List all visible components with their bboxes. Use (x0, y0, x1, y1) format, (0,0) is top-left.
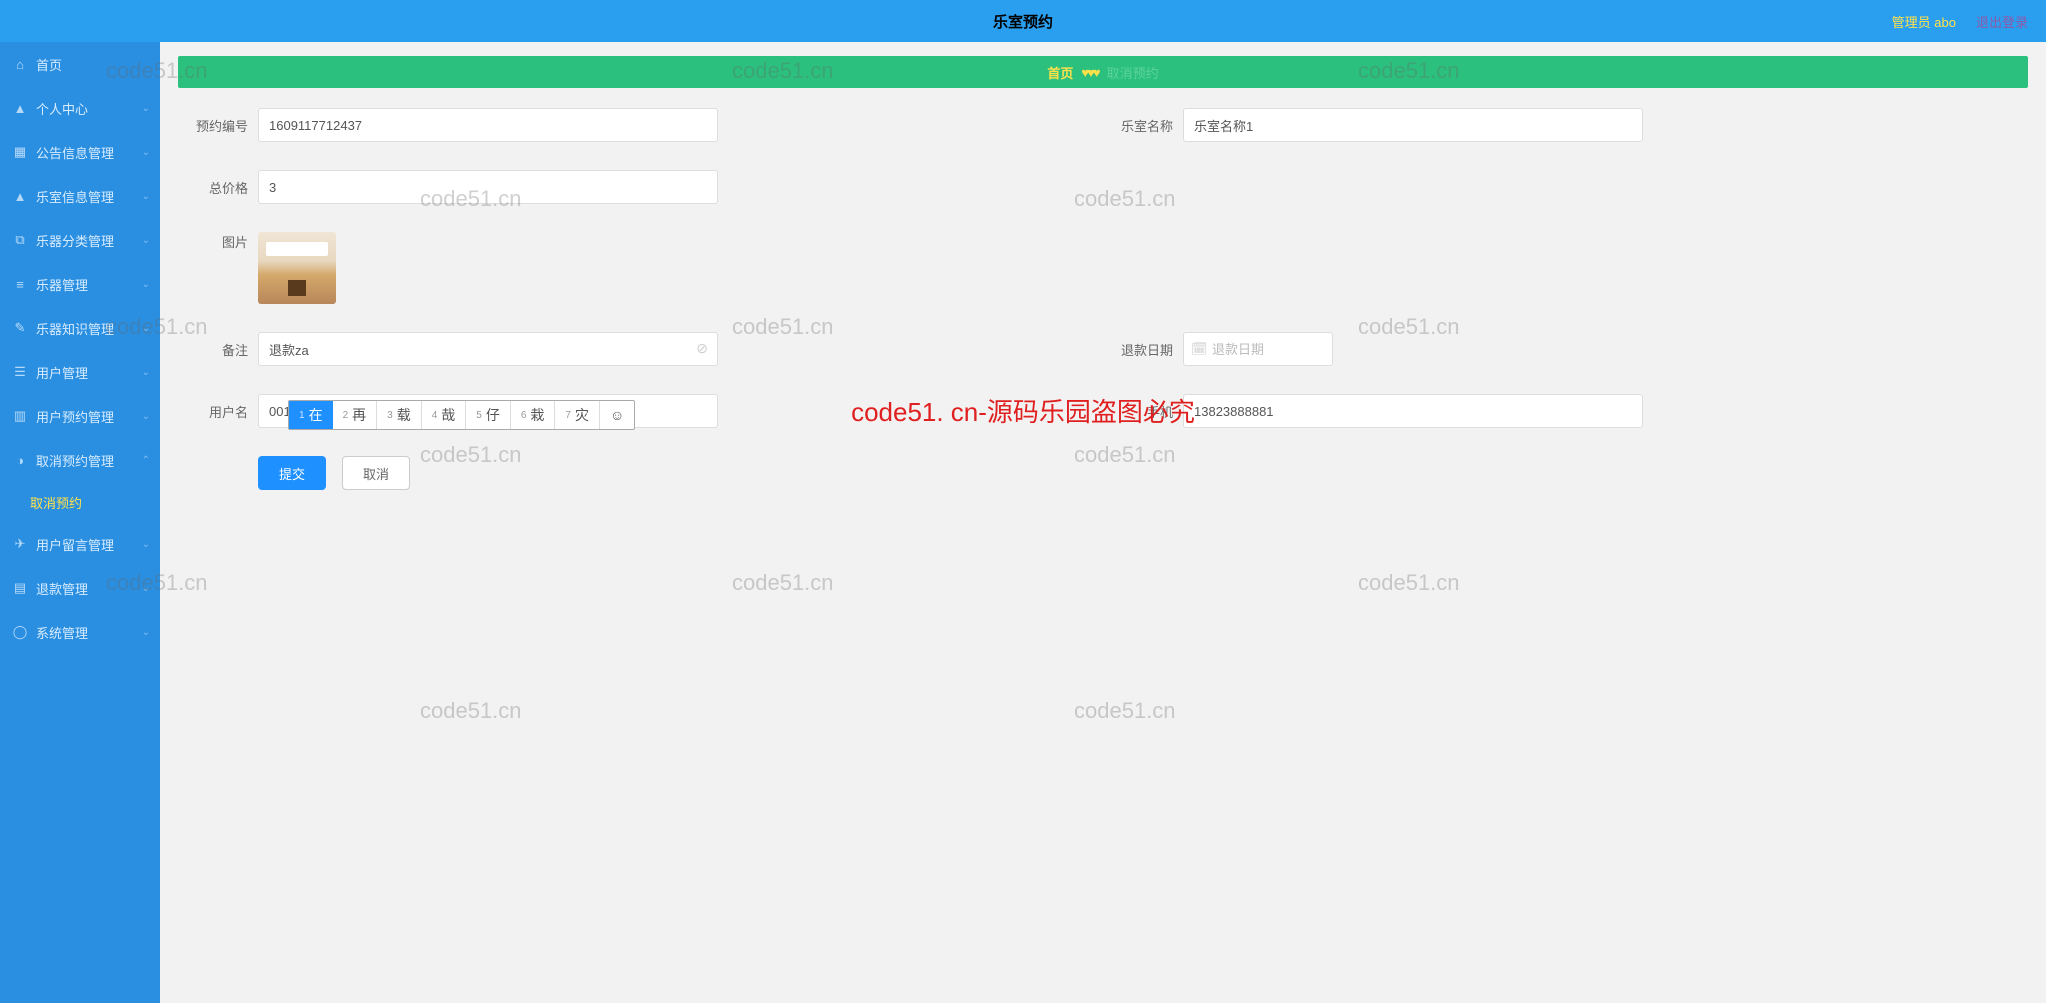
sidebar-item-label: 个人中心 (36, 99, 88, 118)
sidebar-item-label: 用户管理 (36, 363, 88, 382)
grid-icon: ▦ (12, 144, 28, 160)
image-thumbnail[interactable] (258, 232, 336, 304)
calendar-icon: ▥ (12, 408, 28, 424)
clear-icon[interactable]: ⊘ (696, 340, 708, 357)
admin-label[interactable]: 管理员 abo (1892, 12, 1956, 31)
chevron-down-icon: ⌄ (142, 279, 150, 290)
sidebar-item-message[interactable]: ✈ 用户留言管理 ⌄ (0, 522, 160, 566)
sidebar-item-label: 首页 (36, 55, 62, 74)
remark-label: 备注 (178, 340, 258, 359)
total-label: 总价格 (178, 178, 258, 197)
refund-icon: ▤ (12, 580, 28, 596)
sidebar-item-knowledge[interactable]: ✎ 乐器知识管理 ⌄ (0, 306, 160, 350)
book-icon: ✎ (12, 320, 28, 336)
chevron-down-icon: ⌄ (142, 323, 150, 334)
top-header: 乐室预约 管理员 abo 退出登录 (0, 0, 2046, 42)
sidebar-item-label: 公告信息管理 (36, 143, 114, 162)
room-name-input[interactable] (1183, 108, 1643, 142)
ime-candidate[interactable]: 1在 (289, 401, 333, 429)
room-name-label: 乐室名称 (1103, 116, 1183, 135)
ime-candidate-bar[interactable]: 1在 2再 3载 4哉 5仔 6栽 7灾 ☺ (288, 400, 635, 430)
booking-no-label: 预约编号 (178, 116, 258, 135)
chevron-down-icon: ⌄ (142, 539, 150, 550)
main-content: 首页 ♥♥♥ 取消预约 预约编号 乐室名称 总价格 (160, 42, 2046, 1003)
sidebar-item-label: 用户留言管理 (36, 535, 114, 554)
phone-label: 手机 (1103, 402, 1183, 421)
sidebar-item-label: 系统管理 (36, 623, 88, 642)
ime-candidate[interactable]: 4哉 (422, 401, 467, 429)
hearts-icon: ♥♥♥ (1081, 65, 1098, 80)
ime-candidate[interactable]: 5仔 (466, 401, 511, 429)
chevron-down-icon: ⌄ (142, 627, 150, 638)
home-icon: ⌂ (12, 56, 28, 72)
remark-input[interactable] (258, 332, 718, 366)
sidebar-item-instrument[interactable]: ≡ 乐器管理 ⌄ (0, 262, 160, 306)
refund-date-label: 退款日期 (1103, 340, 1183, 359)
sidebar-item-label: 取消预约管理 (36, 451, 114, 470)
phone-input[interactable] (1183, 394, 1643, 428)
total-input[interactable] (258, 170, 718, 204)
sidebar-item-label: 乐室信息管理 (36, 187, 114, 206)
chevron-down-icon: ⌄ (142, 411, 150, 422)
logout-link[interactable]: 退出登录 (1976, 12, 2028, 31)
submit-button[interactable]: 提交 (258, 456, 326, 490)
cancel-icon: ◑ (12, 452, 28, 468)
user-icon: ▲ (12, 100, 28, 116)
chevron-down-icon: ⌄ (142, 235, 150, 246)
sidebar: ⌂ 首页 ▲ 个人中心 ⌄ ▦ 公告信息管理 ⌄ ▲ 乐室信息管理 ⌄ ⧉ 乐器… (0, 42, 160, 1003)
ime-candidate[interactable]: 6栽 (511, 401, 556, 429)
sidebar-item-user-booking[interactable]: ▥ 用户预约管理 ⌄ (0, 394, 160, 438)
gear-icon: ◯ (12, 624, 28, 640)
sidebar-item-announce[interactable]: ▦ 公告信息管理 ⌄ (0, 130, 160, 174)
breadcrumb-current: 取消预约 (1107, 63, 1159, 82)
app-title: 乐室预约 (993, 11, 1053, 32)
chevron-down-icon: ⌄ (142, 367, 150, 378)
cancel-button[interactable]: 取消 (342, 456, 410, 490)
sidebar-item-room[interactable]: ▲ 乐室信息管理 ⌄ (0, 174, 160, 218)
chevron-down-icon: ⌄ (142, 583, 150, 594)
list-icon: ≡ (12, 276, 28, 292)
ime-candidate[interactable]: 7灾 (555, 401, 600, 429)
ime-emoji-icon[interactable]: ☺ (600, 401, 634, 429)
breadcrumb: 首页 ♥♥♥ 取消预约 (178, 56, 2028, 88)
chevron-down-icon: ⌄ (142, 147, 150, 158)
form: 预约编号 乐室名称 总价格 图片 (178, 108, 2028, 490)
booking-no-input[interactable] (258, 108, 718, 142)
sidebar-item-cancel-booking[interactable]: ◑ 取消预约管理 ⌃ (0, 438, 160, 482)
sidebar-item-refund[interactable]: ▤ 退款管理 ⌄ (0, 566, 160, 610)
sidebar-item-label: 用户预约管理 (36, 407, 114, 426)
refund-date-input[interactable] (1183, 332, 1333, 366)
sidebar-item-label: 乐器分类管理 (36, 231, 114, 250)
chevron-down-icon: ⌄ (142, 103, 150, 114)
sidebar-item-category[interactable]: ⧉ 乐器分类管理 ⌄ (0, 218, 160, 262)
sidebar-item-users[interactable]: ☰ 用户管理 ⌄ (0, 350, 160, 394)
sidebar-item-system[interactable]: ◯ 系统管理 ⌄ (0, 610, 160, 654)
ime-candidate[interactable]: 3载 (377, 401, 422, 429)
chevron-down-icon: ⌄ (142, 191, 150, 202)
ime-candidate[interactable]: 2再 (333, 401, 378, 429)
room-icon: ▲ (12, 188, 28, 204)
sidebar-item-profile[interactable]: ▲ 个人中心 ⌄ (0, 86, 160, 130)
sidebar-item-label: 退款管理 (36, 579, 88, 598)
message-icon: ✈ (12, 536, 28, 552)
users-icon: ☰ (12, 364, 28, 380)
username-label: 用户名 (178, 402, 258, 421)
breadcrumb-home[interactable]: 首页 (1047, 63, 1073, 82)
chevron-up-icon: ⌃ (142, 455, 150, 466)
copy-icon: ⧉ (12, 232, 28, 248)
sidebar-item-label: 乐器管理 (36, 275, 88, 294)
image-label: 图片 (178, 232, 258, 251)
sidebar-sub-cancel[interactable]: 取消预约 (0, 482, 160, 522)
sidebar-item-label: 乐器知识管理 (36, 319, 114, 338)
sidebar-item-home[interactable]: ⌂ 首页 (0, 42, 160, 86)
